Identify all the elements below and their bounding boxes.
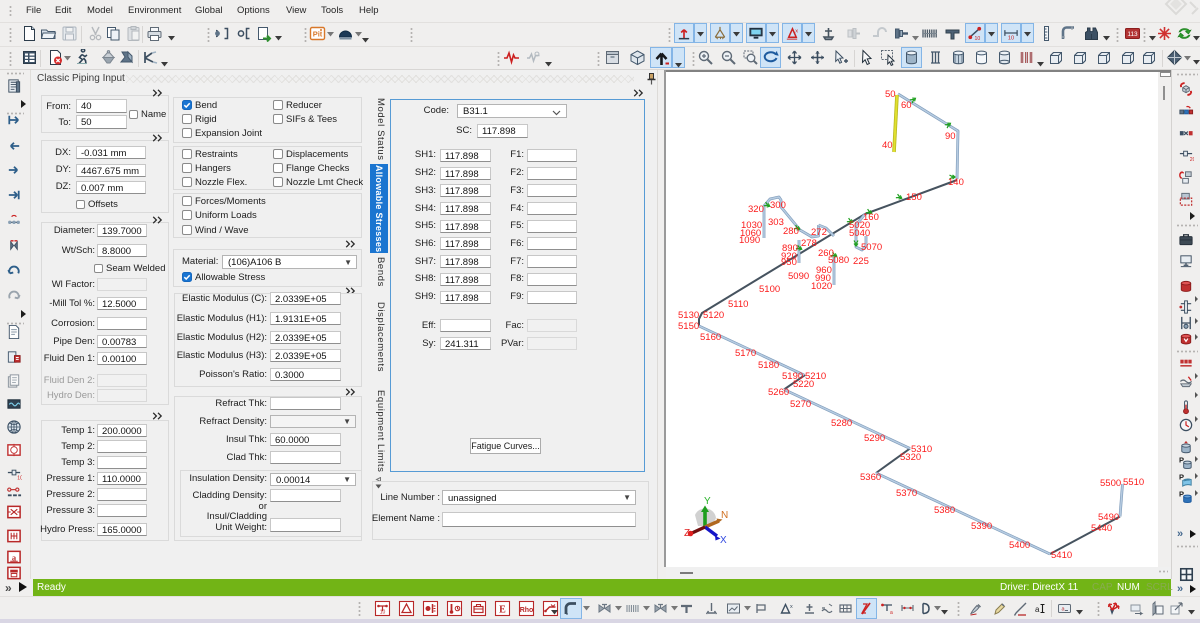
svg-text:5220: 5220 (793, 379, 814, 390)
svg-text:5270: 5270 (790, 399, 811, 410)
svg-text:10: 10 (1008, 36, 1014, 41)
svg-text:Z: Z (684, 528, 690, 539)
svg-text:5180: 5180 (758, 360, 779, 371)
svg-text:1020: 1020 (811, 281, 832, 292)
svg-text:5500: 5500 (1100, 478, 1121, 489)
svg-text:x: x (795, 29, 798, 35)
svg-text:5280: 5280 (831, 418, 852, 429)
svg-text:90: 90 (945, 131, 956, 142)
svg-text:225: 225 (853, 256, 869, 267)
svg-text:10: 10 (380, 610, 386, 616)
svg-text:60: 60 (901, 100, 912, 111)
svg-text:Rho: Rho (520, 607, 534, 614)
svg-text:1090: 1090 (739, 235, 760, 246)
svg-text:140: 140 (948, 177, 964, 188)
svg-text:303: 303 (768, 217, 784, 228)
svg-text:50: 50 (885, 89, 896, 100)
svg-text:20: 20 (1190, 157, 1194, 163)
svg-text:5490: 5490 (1098, 512, 1119, 523)
svg-text:10: 10 (975, 36, 981, 41)
svg-text:x: x (790, 604, 793, 610)
svg-text:5150: 5150 (678, 321, 699, 332)
svg-text:5290: 5290 (864, 433, 885, 444)
svg-text:950: 950 (781, 257, 797, 268)
svg-text:5380: 5380 (934, 505, 955, 516)
svg-text:5130: 5130 (678, 310, 699, 321)
svg-text:5260: 5260 (768, 387, 789, 398)
svg-text:5110: 5110 (728, 299, 748, 310)
svg-text:5390: 5390 (971, 521, 992, 532)
svg-text:5510: 5510 (1123, 477, 1144, 488)
svg-text:E: E (499, 605, 506, 616)
svg-text:5440: 5440 (1091, 523, 1112, 534)
svg-text:150: 150 (906, 192, 922, 203)
svg-text:300: 300 (770, 200, 786, 211)
svg-text:5370: 5370 (896, 488, 917, 499)
svg-text:5170: 5170 (735, 348, 756, 359)
svg-text:272: 272 (811, 227, 827, 238)
svg-text:5320: 5320 (900, 452, 921, 463)
svg-text:Y: Y (704, 496, 711, 507)
svg-text:5090: 5090 (788, 271, 809, 282)
svg-text:40: 40 (882, 140, 893, 151)
svg-text:5410: 5410 (1051, 550, 1072, 561)
svg-text:5360: 5360 (860, 472, 881, 483)
svg-text:5100: 5100 (759, 284, 780, 295)
svg-text:5040: 5040 (849, 228, 870, 239)
svg-text:5070: 5070 (861, 242, 882, 253)
svg-text:278: 278 (801, 238, 817, 249)
svg-text:280: 280 (783, 226, 799, 237)
svg-text:X: X (720, 535, 727, 546)
svg-text:5400: 5400 (1009, 540, 1030, 551)
svg-text:113: 113 (1127, 31, 1138, 38)
svg-text:5120: 5120 (703, 310, 724, 321)
svg-text:a: a (890, 610, 893, 616)
svg-text:320: 320 (748, 204, 764, 215)
svg-text:N: N (721, 510, 728, 521)
svg-text:5160: 5160 (700, 332, 721, 343)
svg-text:a: a (1035, 605, 1040, 614)
